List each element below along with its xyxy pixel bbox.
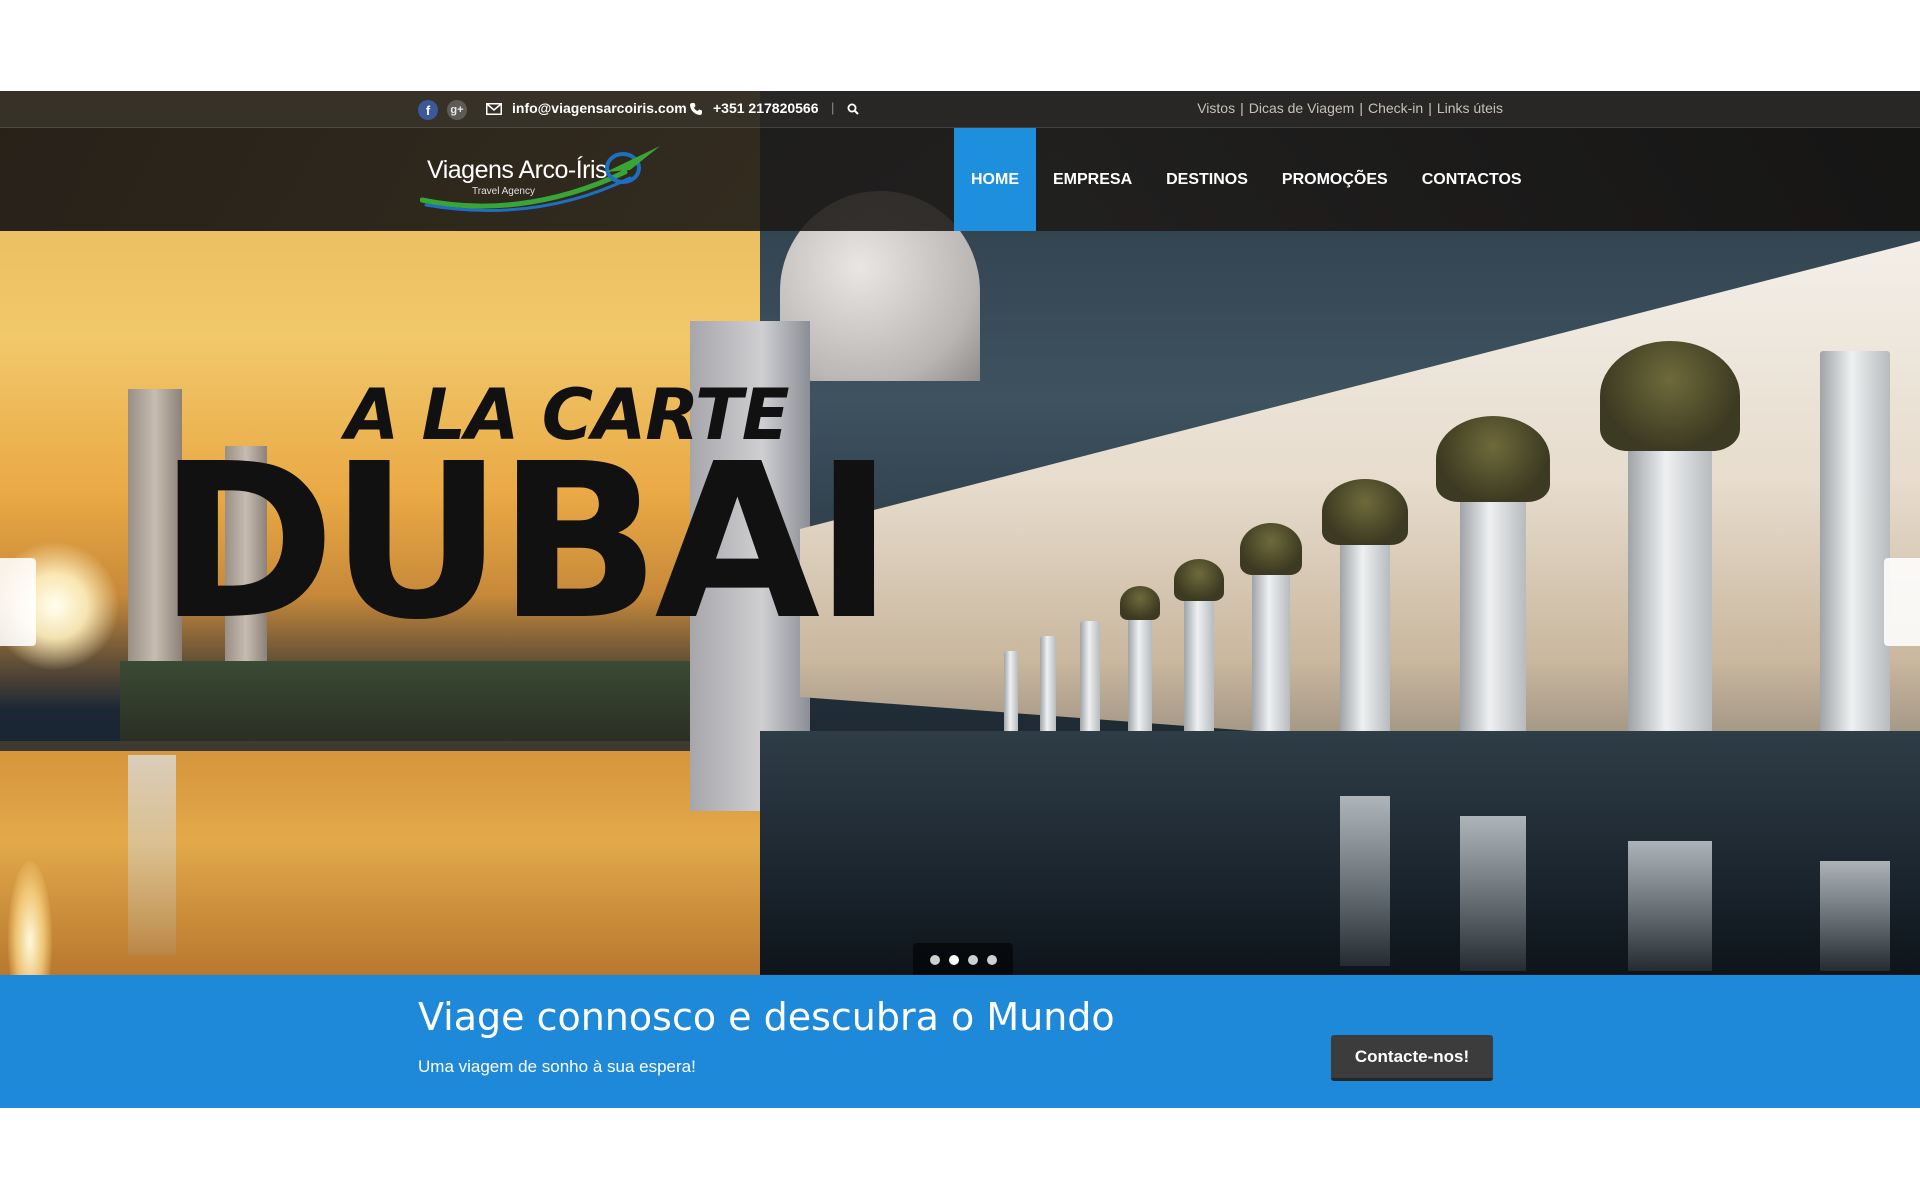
link-separator: | — [1359, 100, 1363, 116]
slider-dot[interactable] — [948, 955, 959, 965]
pillar-capital — [1600, 341, 1740, 451]
water-left — [0, 751, 760, 975]
facebook-icon[interactable]: f — [418, 100, 438, 120]
google-plus-icon[interactable]: g+ — [447, 100, 467, 120]
pillar-capital — [1240, 523, 1302, 575]
site-header: Viagens Arco-Íris Travel Agency HOME EMP… — [0, 128, 1920, 231]
contact-phone[interactable]: +351 217820566 — [713, 100, 819, 116]
topbar-separator: | — [831, 100, 835, 115]
phone-icon — [690, 103, 702, 115]
logo-swoosh-icon — [420, 146, 660, 212]
cta-subtitle: Uma viagem de sonho à sua espera! — [418, 1057, 696, 1076]
browser-viewport: f g+ info@viagensarcoiris.com +351 21782… — [0, 91, 1920, 1108]
slider-next-arrow[interactable] — [1884, 558, 1920, 646]
pillar-capital — [1120, 586, 1160, 620]
contact-us-button[interactable]: Contacte-nos! — [1331, 1035, 1493, 1081]
site-logo[interactable]: Viagens Arco-Íris Travel Agency — [420, 142, 670, 220]
slider-prev-arrow[interactable] — [0, 558, 36, 646]
nav-empresa[interactable]: EMPRESA — [1036, 128, 1149, 231]
minaret-reflection — [128, 755, 176, 955]
slide-headline: DUBAI — [158, 418, 894, 667]
top-contact-bar: f g+ info@viagensarcoiris.com +351 21782… — [0, 91, 1920, 128]
slider-dot[interactable] — [967, 955, 978, 965]
slider-dot[interactable] — [986, 955, 997, 965]
cta-title: Viage connosco e descubra o Mundo — [418, 995, 1115, 1039]
pillar-reflection — [1340, 796, 1390, 966]
main-nav: HOME EMPRESA DESTINOS PROMOÇÕES CONTACTO… — [954, 128, 1539, 231]
nav-destinos[interactable]: DESTINOS — [1149, 128, 1265, 231]
nav-home[interactable]: HOME — [954, 128, 1036, 231]
contact-email[interactable]: info@viagensarcoiris.com — [512, 100, 687, 116]
link-check-in[interactable]: Check-in — [1368, 100, 1423, 116]
cta-band: Viage connosco e descubra o Mundo Uma vi… — [0, 975, 1920, 1108]
slider-dot[interactable] — [929, 955, 940, 965]
nav-contactos[interactable]: CONTACTOS — [1405, 128, 1539, 231]
pillar-reflection — [1628, 841, 1712, 971]
pillar-capital — [1436, 416, 1550, 502]
link-vistos[interactable]: Vistos — [1197, 100, 1235, 116]
pillar-reflection — [1820, 861, 1890, 971]
trees — [120, 661, 720, 741]
pillar-capital — [1174, 559, 1224, 601]
link-separator: | — [1240, 100, 1244, 116]
pillar-capital — [1322, 479, 1408, 545]
utility-links: Vistos | Dicas de Viagem | Check-in | Links út… — [1197, 100, 1503, 116]
envelope-icon — [486, 103, 502, 115]
link-dicas-de-viagem[interactable]: Dicas de Viagem — [1249, 100, 1355, 116]
pillar-reflection — [1460, 816, 1526, 971]
link-links-uteis[interactable]: Links úteis — [1437, 100, 1503, 116]
slider-dots — [913, 943, 1013, 977]
nav-promocoes[interactable]: PROMOÇÕES — [1265, 128, 1405, 231]
search-icon[interactable] — [847, 103, 859, 115]
link-separator: | — [1428, 100, 1432, 116]
